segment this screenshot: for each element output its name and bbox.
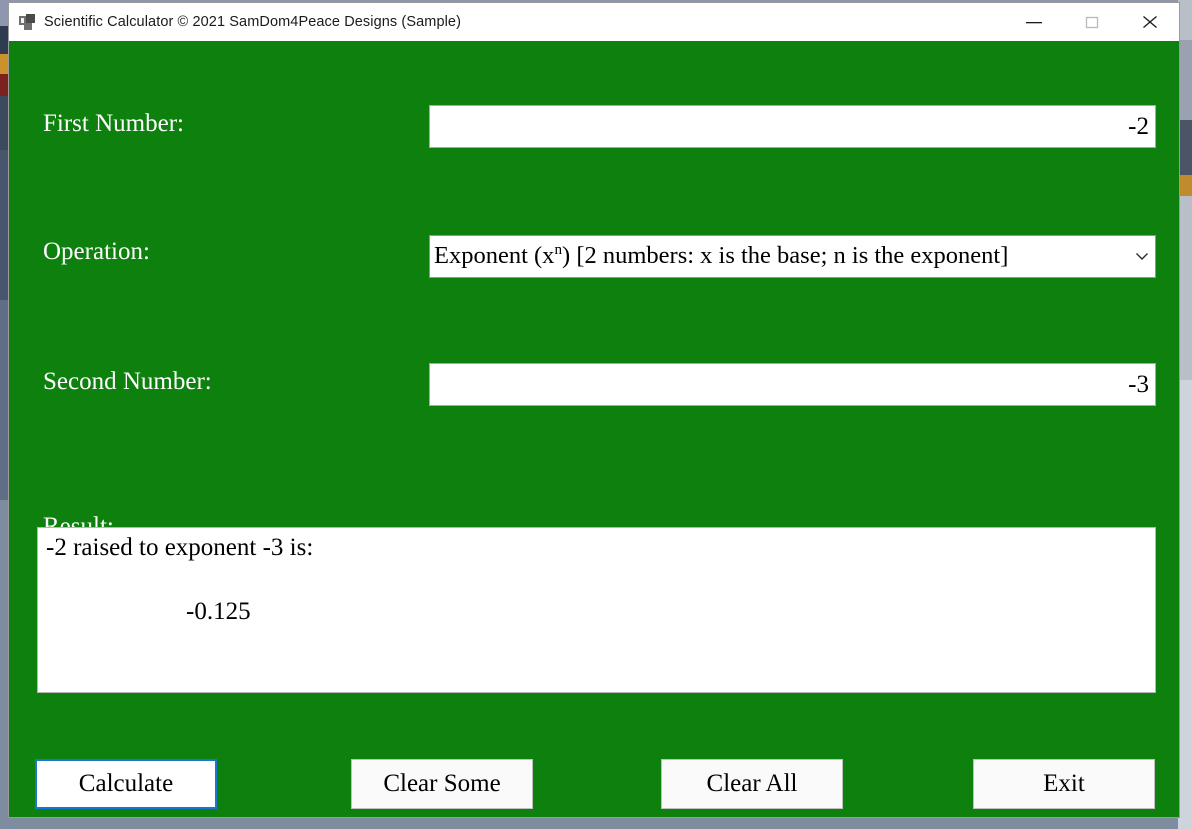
operation-dropdown[interactable]: Exponent (xn) [2 numbers: x is the base;… <box>429 235 1156 278</box>
second-number-value: -3 <box>1128 370 1149 398</box>
operation-value-prefix: Exponent (x <box>434 244 555 269</box>
result-line-2: -0.125 <box>186 597 251 625</box>
operation-label: Operation: <box>43 238 150 265</box>
result-line-1: -2 raised to exponent -3 is: <box>46 534 314 561</box>
exit-button[interactable]: Exit <box>973 759 1155 809</box>
clear-all-button[interactable]: Clear All <box>661 759 843 809</box>
clear-some-button[interactable]: Clear Some <box>351 759 533 809</box>
operation-selected-value: Exponent (xn) [2 numbers: x is the base;… <box>430 244 1129 269</box>
second-number-input[interactable]: -3 <box>429 363 1156 406</box>
first-number-input[interactable]: -2 <box>429 105 1156 148</box>
window-controls <box>1005 3 1179 41</box>
first-number-label: First Number: <box>43 110 184 137</box>
calculator-client-area: First Number: -2 Operation: Exponent (xn… <box>9 41 1179 817</box>
operation-value-superscript: n <box>554 244 563 259</box>
minimize-button[interactable] <box>1005 3 1063 41</box>
maximize-button[interactable] <box>1063 3 1121 41</box>
calculate-button[interactable]: Calculate <box>35 759 217 809</box>
close-icon <box>1139 14 1161 30</box>
first-number-value: -2 <box>1128 112 1149 140</box>
second-number-label: Second Number: <box>43 368 212 395</box>
maximize-icon <box>1081 15 1103 29</box>
application-window: Scientific Calculator © 2021 SamDom4Peac… <box>8 2 1180 818</box>
close-button[interactable] <box>1121 3 1179 41</box>
window-title: Scientific Calculator © 2021 SamDom4Peac… <box>44 14 462 30</box>
desktop-background-right <box>1178 0 1192 829</box>
minimize-icon <box>1023 16 1045 28</box>
title-bar[interactable]: Scientific Calculator © 2021 SamDom4Peac… <box>9 3 1179 41</box>
operation-value-suffix: ) [2 numbers: x is the base; n is the ex… <box>562 244 1009 269</box>
windows-forms-app-icon <box>19 14 35 30</box>
chevron-down-icon[interactable] <box>1129 252 1155 261</box>
result-textarea[interactable]: -2 raised to exponent -3 is: -0.125 <box>37 527 1156 693</box>
